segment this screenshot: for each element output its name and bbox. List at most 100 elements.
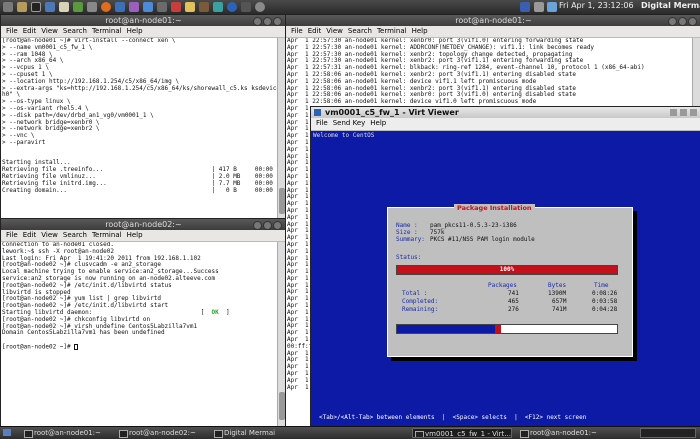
menu-file[interactable]: File (6, 231, 18, 239)
menu-terminal[interactable]: Terminal (92, 231, 122, 239)
terminal-output[interactable]: [root@an-node01 ~]# virt-install --conne… (2, 38, 277, 218)
camera-icon[interactable] (241, 2, 251, 12)
column-time: Time (594, 282, 609, 289)
network-status-icon[interactable] (547, 2, 557, 12)
menu-view[interactable]: View (326, 27, 343, 35)
welcome-text: Welcome to CentOS (313, 132, 375, 139)
file-manager-icon[interactable] (185, 2, 195, 12)
column-packages: Packages (488, 282, 517, 289)
minimize-button[interactable] (253, 17, 262, 26)
firefox-icon[interactable] (101, 2, 111, 12)
system-monitor-icon[interactable] (213, 2, 223, 12)
viewer-titlebar[interactable]: vm0001_c5_fw_1 - Virt Viewer (311, 107, 700, 118)
menu-edit[interactable]: Edit (308, 27, 322, 35)
menu-terminal[interactable]: Terminal (377, 27, 407, 35)
maximize-button[interactable] (678, 17, 687, 26)
maximize-button[interactable] (680, 109, 687, 116)
vm-display[interactable]: Welcome to CentOS Package Installation N… (311, 131, 700, 427)
taskbar-item-virt-viewer[interactable]: vm0001_c5_fw_1 - Virt... (412, 428, 512, 438)
viewer-app-icon (314, 109, 321, 116)
menu-search[interactable]: Search (348, 27, 372, 35)
package-installation-dialog: Package Installation Name : pam_pkcs11-0… (387, 204, 633, 357)
menu-send-key[interactable]: Send Key (333, 119, 366, 127)
close-button[interactable] (273, 17, 282, 26)
menu-help[interactable]: Help (370, 119, 386, 127)
close-button[interactable] (690, 109, 697, 116)
window-title: root@an-node02:~ (105, 220, 182, 229)
terminal-titlebar[interactable]: root@an-node01:~ (286, 15, 700, 26)
package-manager-icon[interactable] (199, 2, 209, 12)
music-player-icon[interactable] (171, 2, 181, 12)
taskbar-item-an-node01[interactable]: root@an-node01:~ (22, 428, 112, 438)
minimize-button[interactable] (670, 109, 677, 116)
editor-icon[interactable] (59, 2, 69, 12)
close-button[interactable] (688, 17, 697, 26)
window-title: root@an-node01:~ (105, 16, 182, 25)
calculator-icon[interactable] (157, 2, 167, 12)
overall-progress-label: 47% (501, 325, 513, 332)
menu-file[interactable]: File (291, 27, 303, 35)
dialog-title: Package Installation (454, 204, 535, 212)
row-remaining-bytes: 741M (552, 306, 567, 313)
taskbar-item-an-node01-log[interactable]: root@an-node01:~ (518, 428, 613, 438)
minimize-button[interactable] (668, 17, 677, 26)
terminal-line: Domain Centos5Labzilla7vm1 has been unde… (2, 329, 165, 337)
close-button[interactable] (273, 221, 282, 230)
office-icon[interactable] (143, 2, 153, 12)
menu-search[interactable]: Search (63, 27, 87, 35)
row-remaining-label: Remaining: (402, 306, 439, 313)
settings-icon[interactable] (87, 2, 97, 12)
panel-hostname: Digital Mermaid (641, 1, 700, 10)
bluetooth-icon[interactable] (520, 2, 530, 12)
status-label: Status: (396, 254, 422, 261)
virt-viewer-window[interactable]: vm0001_c5_fw_1 - Virt Viewer File Send Ke… (310, 106, 700, 428)
panel-clock[interactable]: Fri Apr 1, 23:12:06 (559, 1, 634, 10)
installer-footer-hint: <Tab>/<Alt-Tab> between elements | <Spac… (319, 414, 587, 421)
row-completed-label: Completed: (402, 298, 439, 305)
search-icon[interactable] (255, 2, 265, 12)
volume-icon[interactable] (534, 2, 544, 12)
menu-edit[interactable]: Edit (23, 231, 37, 239)
home-folder-icon[interactable] (17, 2, 27, 12)
help-icon[interactable] (227, 2, 237, 12)
maximize-button[interactable] (263, 221, 272, 230)
image-viewer-icon[interactable] (129, 2, 139, 12)
show-desktop-icon[interactable] (3, 429, 11, 436)
network-icon[interactable] (45, 2, 55, 12)
mail-icon[interactable] (115, 2, 125, 12)
row-completed-bytes: 657M (552, 298, 567, 305)
row-completed-time: 0:03:58 (592, 298, 618, 305)
chat-icon[interactable] (73, 2, 83, 12)
terminal-menubar: File Edit View Search Terminal Help (1, 26, 286, 38)
row-total-bytes: 1390M (548, 290, 567, 297)
terminal-window-an-node01[interactable]: root@an-node01:~ File Edit View Search Termi… (0, 14, 287, 220)
menu-view[interactable]: View (41, 27, 58, 35)
taskbar: root@an-node01:~ root@an-node02:~ Digita… (0, 426, 700, 439)
menu-search[interactable]: Search (63, 231, 87, 239)
menu-help[interactable]: Help (127, 231, 143, 239)
terminal-titlebar[interactable]: root@an-node01:~ (1, 15, 286, 26)
maximize-button[interactable] (263, 17, 272, 26)
taskbar-item-digital-mermaid[interactable]: Digital Mermai (212, 428, 297, 438)
row-total-packages: 741 (508, 290, 519, 297)
menu-edit[interactable]: Edit (23, 27, 37, 35)
menu-file[interactable]: File (316, 119, 328, 127)
terminal-titlebar[interactable]: root@an-node02:~ (1, 219, 286, 230)
terminal-window-an-node02[interactable]: root@an-node02:~ File Edit View Search Termi… (0, 218, 287, 427)
terminal-launcher-icon[interactable] (31, 2, 41, 12)
menu-help[interactable]: Help (412, 27, 428, 35)
workspace-switcher[interactable] (640, 428, 696, 438)
menu-file[interactable]: File (6, 27, 18, 35)
taskbar-item-an-node02[interactable]: root@an-node02:~ (117, 428, 207, 438)
terminal-output[interactable]: Connection to an-node01 closed. lework:~$… (2, 242, 277, 425)
minimize-button[interactable] (253, 221, 262, 230)
menu-view[interactable]: View (41, 231, 58, 239)
menu-terminal[interactable]: Terminal (92, 27, 122, 35)
terminal-line: Creating domain... | 0 B 00:00 (2, 186, 273, 194)
terminal-line: > --paravirt (2, 138, 46, 146)
menu-help[interactable]: Help (127, 27, 143, 35)
terminal-menubar: File Edit View Search Terminal Help (1, 230, 286, 242)
applications-menu-icon[interactable] (3, 2, 13, 12)
terminal-menubar: File Edit View Search Terminal Help (286, 26, 700, 38)
size-label: Size : (396, 229, 418, 236)
